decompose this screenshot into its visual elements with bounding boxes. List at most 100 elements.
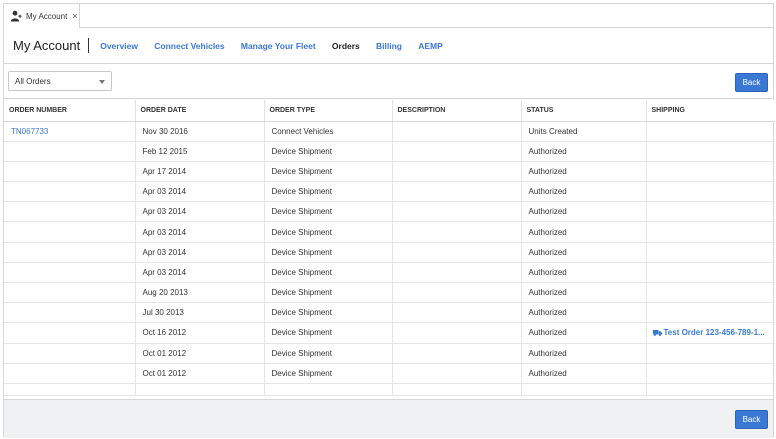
page-header: My Account Overview Connect Vehicles Man… xyxy=(4,28,773,64)
back-button-bottom[interactable]: Back xyxy=(735,410,768,429)
close-icon[interactable]: × xyxy=(72,11,77,21)
column-header-order-date[interactable]: ORDER DATE xyxy=(135,100,265,122)
order-date-cell: Apr 03 2014 xyxy=(135,221,265,243)
shipping-cell xyxy=(646,221,775,243)
description-cell xyxy=(392,262,522,284)
orders-table: ORDER NUMBER ORDER DATE ORDER TYPE DESCR… xyxy=(4,100,775,396)
empty-cell xyxy=(646,383,775,396)
status-cell: Authorized xyxy=(521,343,647,364)
shipping-cell xyxy=(646,181,775,203)
order-type-cell: Device Shipment xyxy=(264,282,393,304)
description-cell xyxy=(392,161,522,183)
shipping-cell xyxy=(646,363,775,384)
order-date-cell: Apr 03 2014 xyxy=(135,242,265,263)
nav-connect-vehicles[interactable]: Connect Vehicles xyxy=(154,41,224,51)
order-number-cell xyxy=(4,242,136,263)
table-row[interactable]: Apr 03 2014 Device Shipment Authorized xyxy=(4,201,775,223)
table-header-row: ORDER NUMBER ORDER DATE ORDER TYPE DESCR… xyxy=(4,100,775,122)
status-cell: Authorized xyxy=(521,181,647,203)
nav-orders[interactable]: Orders xyxy=(332,41,360,51)
order-number-cell xyxy=(4,363,136,384)
user-icon xyxy=(10,10,22,22)
nav-manage-your-fleet[interactable]: Manage Your Fleet xyxy=(241,41,316,51)
empty-cell xyxy=(4,383,136,396)
order-type-cell: Device Shipment xyxy=(264,363,393,384)
description-cell xyxy=(392,322,522,344)
status-cell: Units Created xyxy=(521,121,647,142)
order-date-cell: Jul 30 2013 xyxy=(135,302,265,324)
table-row[interactable]: TN067733 Nov 30 2016 Connect Vehicles Units… xyxy=(4,121,775,142)
status-cell: Authorized xyxy=(521,221,647,243)
column-header-shipping[interactable]: SHIPPING xyxy=(646,100,775,122)
column-header-description[interactable]: DESCRIPTION xyxy=(392,100,522,122)
status-cell: Authorized xyxy=(521,282,647,304)
tab-label: My Account xyxy=(26,11,68,21)
status-cell: Authorized xyxy=(521,201,647,223)
shipping-cell xyxy=(646,262,775,284)
description-cell xyxy=(392,242,522,263)
order-type-cell: Device Shipment xyxy=(264,141,393,162)
order-date-cell: Oct 01 2012 xyxy=(135,363,265,384)
description-cell xyxy=(392,221,522,243)
order-date-cell: Apr 03 2014 xyxy=(135,201,265,223)
order-filter-select[interactable]: All Orders xyxy=(8,71,112,91)
table-row[interactable]: Apr 03 2014 Device Shipment Authorized xyxy=(4,181,775,203)
truck-icon xyxy=(652,330,662,337)
order-type-cell: Device Shipment xyxy=(264,322,393,344)
order-number-cell xyxy=(4,161,136,183)
table-row[interactable]: Oct 01 2012 Device Shipment Authorized xyxy=(4,343,775,364)
order-type-cell: Device Shipment xyxy=(264,242,393,263)
column-header-status[interactable]: STATUS xyxy=(521,100,647,122)
status-cell: Authorized xyxy=(521,141,647,162)
order-date-cell: Apr 03 2014 xyxy=(135,181,265,203)
tab-my-account[interactable]: My Account × xyxy=(4,4,80,28)
shipping-cell xyxy=(646,121,775,142)
chevron-down-icon xyxy=(99,80,105,84)
order-type-cell: Device Shipment xyxy=(264,181,393,203)
nav-aemp[interactable]: AEMP xyxy=(418,41,443,51)
table-row[interactable]: Apr 17 2014 Device Shipment Authorized xyxy=(4,161,775,183)
account-nav: Overview Connect Vehicles Manage Your Fl… xyxy=(100,41,457,51)
description-cell xyxy=(392,181,522,203)
table-row[interactable]: Oct 01 2012 Device Shipment Authorized xyxy=(4,363,775,384)
status-cell: Authorized xyxy=(521,242,647,263)
order-number-cell xyxy=(4,282,136,304)
status-cell: Authorized xyxy=(521,322,647,344)
order-type-cell: Device Shipment xyxy=(264,302,393,324)
empty-cell xyxy=(264,383,393,396)
order-number-cell xyxy=(4,201,136,223)
description-cell xyxy=(392,343,522,364)
empty-cell xyxy=(392,383,522,396)
shipping-cell[interactable]: Test Order 123-456-789-1... xyxy=(646,322,775,344)
shipping-cell xyxy=(646,242,775,263)
nav-billing[interactable]: Billing xyxy=(376,41,402,51)
description-cell xyxy=(392,282,522,304)
order-date-cell: Apr 17 2014 xyxy=(135,161,265,183)
table-row[interactable]: Apr 03 2014 Device Shipment Authorized xyxy=(4,242,775,263)
back-button-top[interactable]: Back xyxy=(735,73,768,92)
empty-cell xyxy=(521,383,647,396)
order-number-cell xyxy=(4,181,136,203)
status-cell: Authorized xyxy=(521,161,647,183)
order-number-cell[interactable]: TN067733 xyxy=(4,121,136,142)
shipping-cell xyxy=(646,161,775,183)
column-header-order-number[interactable]: ORDER NUMBER xyxy=(4,100,136,122)
order-date-cell: Nov 30 2016 xyxy=(135,121,265,142)
shipping-cell xyxy=(646,343,775,364)
nav-overview[interactable]: Overview xyxy=(100,41,138,51)
order-type-cell: Device Shipment xyxy=(264,161,393,183)
order-type-cell: Device Shipment xyxy=(264,201,393,223)
table-row[interactable]: Apr 03 2014 Device Shipment Authorized xyxy=(4,262,775,284)
table-row[interactable]: Feb 12 2015 Device Shipment Authorized xyxy=(4,141,775,162)
table-row[interactable]: Oct 16 2012 Device Shipment Authorized Test… xyxy=(4,322,775,344)
tab-bar: My Account × xyxy=(4,4,773,28)
status-cell: Authorized xyxy=(521,262,647,284)
table-row[interactable]: Aug 20 2013 Device Shipment Authorized xyxy=(4,282,775,304)
table-row[interactable]: Apr 03 2014 Device Shipment Authorized xyxy=(4,221,775,243)
order-date-cell: Aug 20 2013 xyxy=(135,282,265,304)
table-row[interactable]: Jul 30 2013 Device Shipment Authorized xyxy=(4,302,775,324)
column-header-order-type[interactable]: ORDER TYPE xyxy=(264,100,393,122)
order-number-cell xyxy=(4,343,136,364)
order-number-cell xyxy=(4,221,136,243)
order-type-cell: Device Shipment xyxy=(264,221,393,243)
